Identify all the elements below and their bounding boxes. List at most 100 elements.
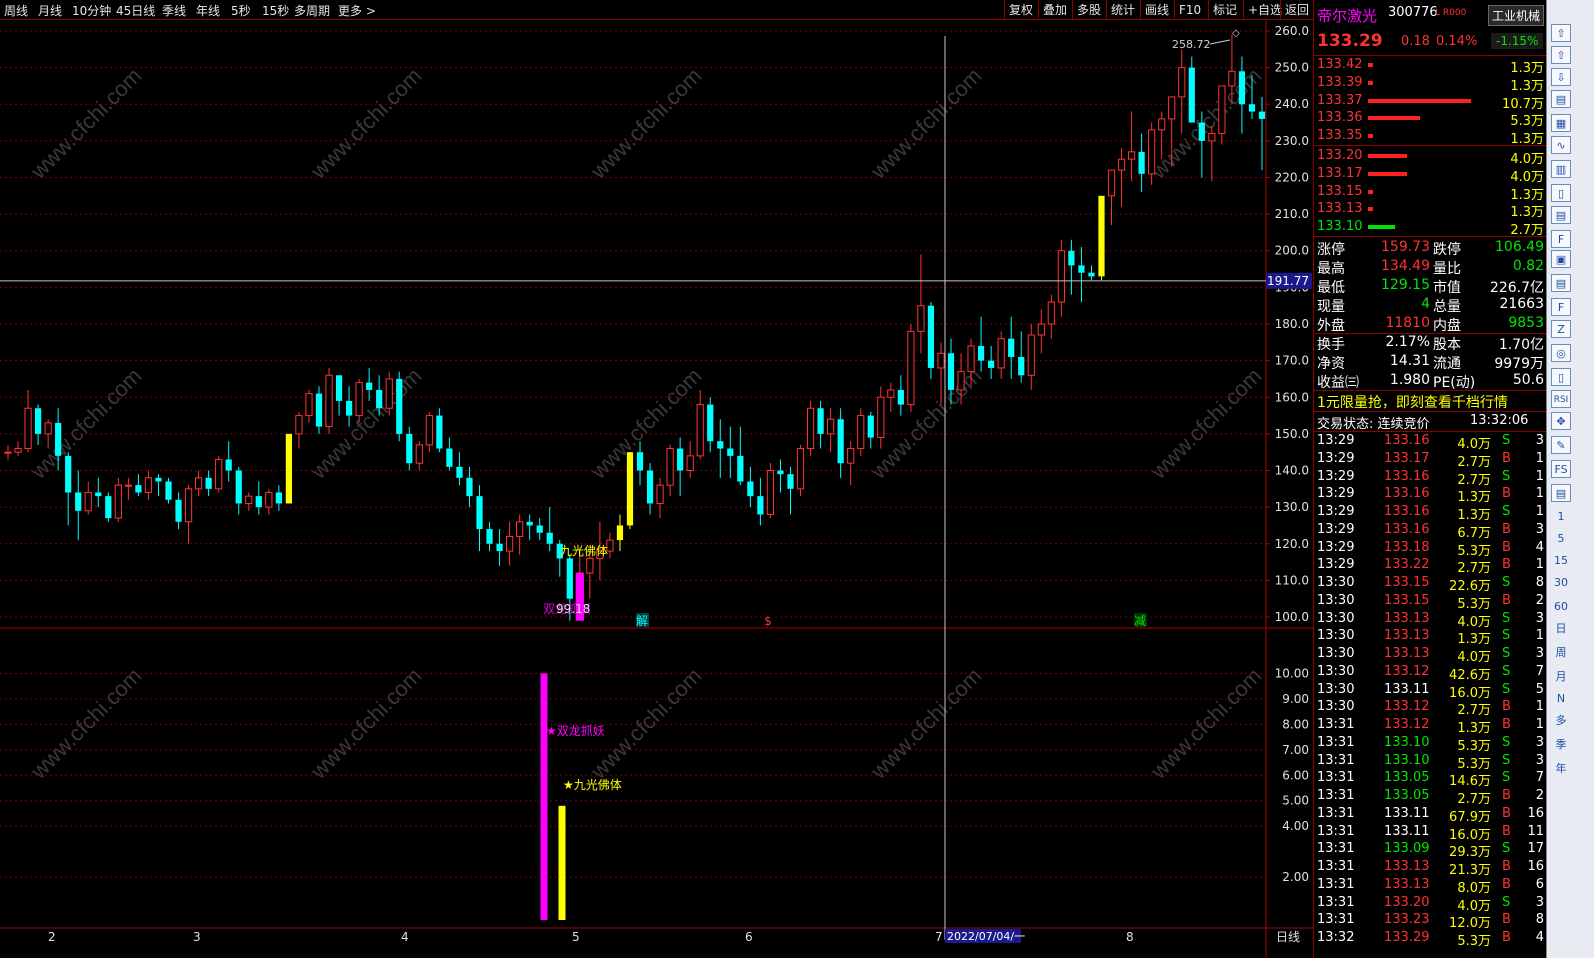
side-tool-14[interactable]: ◎ (1551, 344, 1571, 362)
tick-price: 133.05 (1384, 770, 1430, 786)
candle-body (656, 484, 664, 504)
candle-body (165, 481, 172, 500)
tick-row: 13:30 133.13 1.3万 S 1 (1314, 628, 1547, 647)
stat-value: 226.7亿 (1489, 280, 1544, 296)
candle-body (516, 521, 524, 537)
side-tool-18[interactable]: ✎ (1551, 436, 1571, 454)
side-tool-29[interactable]: N (1551, 690, 1571, 708)
tick-time: 13:31 (1317, 752, 1355, 768)
side-tool-7[interactable]: ▯ (1551, 184, 1571, 202)
tick-time: 13:31 (1317, 770, 1355, 786)
side-tool-24[interactable]: 30 (1551, 574, 1571, 592)
side-tool-17[interactable]: ✥ (1551, 412, 1571, 430)
side-tool-25[interactable]: 60 (1551, 598, 1571, 616)
tick-row: 13:30 133.12 42.6万 S 7 (1314, 664, 1547, 683)
tick-volume: 2.7万 (1457, 703, 1491, 719)
book-price: 133.37 (1317, 92, 1363, 108)
industry-change: -1.15% (1491, 33, 1544, 49)
last-price: 133.29 (1317, 31, 1383, 51)
sub-y-tick-label: 8.00 (1282, 717, 1309, 731)
side-tool-15[interactable]: ▯ (1551, 368, 1571, 386)
candle-body (486, 529, 493, 544)
volume-bar (1368, 116, 1420, 121)
side-tool-5[interactable]: ∿ (1551, 136, 1571, 154)
side-tool-20[interactable]: ▤ (1551, 484, 1571, 502)
tick-side: S (1502, 770, 1511, 786)
candle-body (877, 396, 885, 439)
side-tool-11[interactable]: ▤ (1551, 274, 1571, 292)
candle-body (194, 477, 203, 490)
side-tool-3[interactable]: ▤ (1551, 90, 1571, 108)
tick-side: S (1502, 628, 1511, 644)
side-tool-16[interactable]: RSI (1551, 390, 1571, 408)
book-volume: 1.3万 (1510, 187, 1544, 203)
industry-button[interactable]: 工业机械 (1488, 5, 1545, 26)
side-tool-28[interactable]: 月 (1551, 668, 1571, 686)
x-tick-label: 5 (572, 930, 580, 944)
stat-value: 159.73 (1381, 239, 1430, 255)
candle-body (366, 382, 373, 390)
stat-label: 市值 (1433, 280, 1461, 296)
tick-volume: 4.0万 (1457, 898, 1491, 914)
divider (1314, 390, 1547, 391)
candle-body (1198, 122, 1205, 141)
stat-value: 1.70亿 (1498, 337, 1544, 353)
side-tool-4[interactable]: ▦ (1551, 114, 1571, 132)
stat-value: 134.49 (1381, 258, 1430, 274)
y-tick-label: 120.0 (1275, 537, 1309, 551)
stat-label: 量比 (1433, 261, 1461, 277)
stock-flags: L R000 (1435, 8, 1467, 18)
tick-row: 13:32 133.29 5.3万 B 4 (1314, 930, 1547, 949)
candle-body (1178, 67, 1186, 98)
book-price: 133.20 (1317, 148, 1363, 163)
side-tool-10[interactable]: ▣ (1551, 250, 1571, 268)
stat-value: 1.980 (1389, 372, 1430, 388)
tick-volume: 2.7万 (1457, 561, 1491, 577)
candle-body (275, 492, 282, 504)
side-tool-2[interactable]: ⇩ (1551, 68, 1571, 86)
tick-time: 13:29 (1317, 468, 1355, 484)
tick-side: S (1502, 894, 1511, 910)
candle-body (34, 408, 42, 434)
tick-time: 13:29 (1317, 504, 1355, 519)
side-tool-22[interactable]: 5 (1551, 530, 1571, 548)
side-tool-27[interactable]: 周 (1551, 644, 1571, 662)
tick-time: 13:32 (1317, 930, 1355, 945)
side-tool-1[interactable]: ⇧ (1551, 46, 1571, 64)
side-tool-21[interactable]: 1 (1551, 508, 1571, 526)
side-tool-26[interactable]: 日 (1551, 620, 1571, 638)
candle-body (75, 492, 82, 511)
candle-body (1098, 195, 1105, 277)
side-tool-13[interactable]: Z (1551, 320, 1571, 338)
tick-price: 133.12 (1384, 699, 1430, 715)
candle-body (144, 477, 153, 493)
tick-time: 13:29 (1317, 557, 1355, 573)
side-tool-30[interactable]: 多 (1551, 712, 1571, 730)
book-price: 133.13 (1317, 201, 1363, 217)
side-tool-32[interactable]: 年 (1551, 760, 1571, 778)
stat-value: 106.49 (1495, 239, 1544, 255)
sub-y-tick-label: 5.00 (1282, 794, 1309, 808)
candle-body (396, 378, 403, 434)
volume-bar (1368, 63, 1374, 67)
stat-label: 流通 (1433, 356, 1461, 372)
stat-value: 50.6 (1512, 372, 1544, 388)
side-tool-9[interactable]: F (1551, 230, 1571, 248)
side-tool-12[interactable]: F (1551, 298, 1571, 316)
side-tool-31[interactable]: 季 (1551, 736, 1571, 754)
promo-link[interactable]: 1元限量抢，即刻查看千档行情 (1317, 392, 1508, 412)
side-icon-strip: ⇧ ⇧ ⇩ ▤ ▦ ∿ ▥ ▯ ▤ F ▣ ▤ F Z ◎ ▯ RSI ✥ ✎ FS ▤ 1 5 15 30 60 日周月 N 多季年 (1546, 0, 1594, 958)
side-tool-19[interactable]: FS (1551, 460, 1571, 478)
sub-y-tick-label: 10.00 (1275, 666, 1309, 680)
tick-time: 13:31 (1317, 894, 1355, 910)
stat-label: 股本 (1433, 337, 1461, 353)
side-tool-8[interactable]: ▤ (1551, 206, 1571, 224)
tick-time: 13:30 (1317, 646, 1355, 661)
tick-price: 133.22 (1384, 557, 1430, 573)
side-tool-23[interactable]: 15 (1551, 552, 1571, 570)
side-tool-6[interactable]: ▥ (1551, 160, 1571, 178)
stat-value: 0.82 (1512, 258, 1544, 274)
side-tool-0[interactable]: ⇧ (1551, 24, 1571, 42)
kline-chart[interactable]: www.cfchi.com www.cfchi.com www.cfchi.com w… (0, 0, 1313, 958)
event-marker: 解 (636, 614, 648, 628)
